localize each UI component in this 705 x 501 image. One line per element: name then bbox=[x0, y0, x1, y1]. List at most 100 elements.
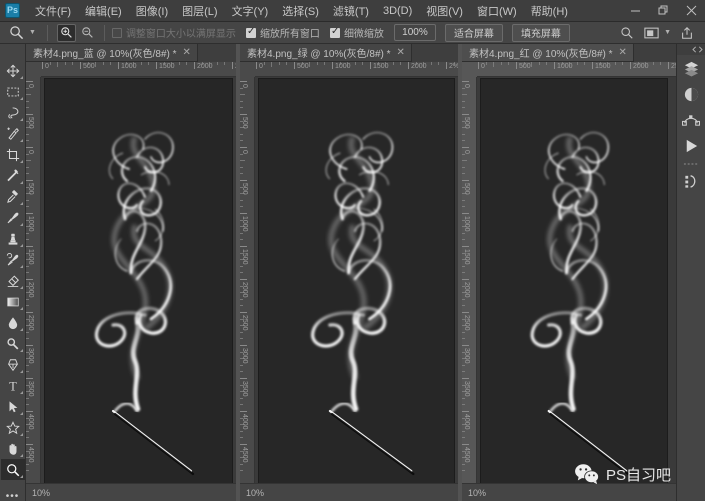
menu-3d[interactable]: 3D(D) bbox=[376, 2, 419, 20]
ruler-minor-tick bbox=[87, 62, 89, 65]
resize-windows-checkbox[interactable] bbox=[111, 27, 122, 38]
eyedropper-tool[interactable] bbox=[1, 165, 25, 186]
move-tool[interactable] bbox=[1, 60, 25, 81]
ruler-minor-tick bbox=[462, 424, 467, 426]
doc-tab-green-close-icon[interactable]: ✕ bbox=[397, 47, 405, 58]
tool-preset-chevron-down-icon[interactable]: ▼ bbox=[29, 29, 36, 36]
shape-tool[interactable] bbox=[1, 417, 25, 438]
ruler-minor-tick bbox=[26, 173, 29, 175]
menu-help[interactable]: 帮助(H) bbox=[524, 0, 575, 22]
rail-collapse-button[interactable] bbox=[676, 44, 705, 55]
ruler-tick bbox=[554, 62, 555, 69]
doc-tab-green[interactable]: 素材4.png_绿 @ 10%(灰色/8#) * ✕ bbox=[240, 44, 412, 62]
menu-layer[interactable]: 图层(L) bbox=[175, 0, 224, 22]
canvas-red[interactable] bbox=[481, 79, 667, 483]
close-button[interactable] bbox=[677, 0, 705, 22]
doc-tab-red-close-icon[interactable]: ✕ bbox=[619, 47, 627, 58]
menu-select[interactable]: 选择(S) bbox=[275, 0, 326, 22]
zoom-all-windows-checkbox[interactable] bbox=[245, 26, 256, 38]
share-icon[interactable] bbox=[675, 23, 699, 43]
menu-edit[interactable]: 编辑(E) bbox=[78, 0, 129, 22]
fill-screen-button[interactable]: 填充屏幕 bbox=[511, 23, 570, 42]
menu-window[interactable]: 窗口(W) bbox=[470, 0, 524, 22]
options-divider-2 bbox=[103, 24, 105, 41]
quick-selection-tool[interactable] bbox=[1, 123, 25, 144]
zoom-all-windows-option[interactable]: 缩放所有窗口 bbox=[245, 25, 320, 40]
ruler-minor-tick bbox=[125, 62, 127, 65]
ruler-minor-tick bbox=[453, 62, 455, 65]
history-panel-icon[interactable] bbox=[678, 168, 705, 194]
ruler-minor-tick bbox=[240, 160, 245, 162]
clone-stamp-tool[interactable] bbox=[1, 228, 25, 249]
ruler-corner-red bbox=[462, 62, 477, 77]
hand-tool[interactable] bbox=[1, 438, 25, 459]
type-tool[interactable]: T bbox=[1, 375, 25, 396]
zoom-in-button[interactable] bbox=[56, 23, 76, 42]
ruler-minor-tick bbox=[645, 62, 647, 67]
workspace-chevron-down-icon[interactable]: ▼ bbox=[664, 29, 671, 36]
canvas-blue[interactable] bbox=[45, 79, 232, 483]
menu-file[interactable]: 文件(F) bbox=[28, 0, 78, 22]
ruler-minor-tick bbox=[171, 62, 173, 67]
minimize-button[interactable] bbox=[621, 0, 649, 22]
workspace-icon[interactable] bbox=[639, 23, 663, 43]
pen-tool[interactable] bbox=[1, 354, 25, 375]
path-selection-tool[interactable] bbox=[1, 396, 25, 417]
ruler-minor-tick bbox=[240, 94, 245, 96]
scrubby-zoom-checkbox[interactable] bbox=[329, 26, 340, 38]
zoom-level-blue[interactable]: 10% bbox=[32, 488, 50, 498]
paths-panel-icon[interactable] bbox=[678, 107, 705, 133]
actions-panel-icon[interactable] bbox=[678, 133, 705, 159]
edit-toolbar-button[interactable]: ••• bbox=[1, 486, 25, 501]
restore-button[interactable] bbox=[649, 0, 677, 22]
eraser-tool[interactable] bbox=[1, 270, 25, 291]
ruler-minor-tick bbox=[26, 358, 31, 360]
zoom-out-button[interactable] bbox=[78, 24, 97, 42]
menu-filter[interactable]: 滤镜(T) bbox=[326, 0, 376, 22]
scrubby-zoom-option[interactable]: 细微缩放 bbox=[329, 25, 384, 40]
ruler-label: 0 bbox=[481, 63, 485, 70]
dodge-tool[interactable] bbox=[1, 333, 25, 354]
blur-tool[interactable] bbox=[1, 312, 25, 333]
doc-tab-blue[interactable]: 素材4.png_蓝 @ 10%(灰色/8#) * ✕ bbox=[26, 44, 198, 62]
zoom-level-green[interactable]: 10% bbox=[246, 488, 264, 498]
zoom-level-red[interactable]: 10% bbox=[468, 488, 486, 498]
gradient-tool[interactable] bbox=[1, 291, 25, 312]
menu-view[interactable]: 视图(V) bbox=[419, 0, 470, 22]
history-brush-tool[interactable] bbox=[1, 249, 25, 270]
ruler-minor-tick bbox=[462, 265, 465, 267]
zoom-value-field[interactable]: 100% bbox=[393, 24, 436, 41]
svg-text:T: T bbox=[9, 379, 17, 393]
ruler-minor-tick bbox=[26, 351, 29, 353]
ruler-tick bbox=[26, 81, 33, 82]
ruler-label: 500 bbox=[297, 63, 309, 70]
resize-windows-option[interactable]: 调整窗口大小以满屏显示 bbox=[111, 25, 236, 40]
ruler-minor-tick bbox=[438, 62, 440, 65]
zoom-tool[interactable] bbox=[0, 459, 25, 480]
menu-image[interactable]: 图像(I) bbox=[129, 0, 175, 22]
ruler-tick bbox=[462, 378, 469, 379]
doc-tab-blue-close-icon[interactable]: ✕ bbox=[183, 47, 191, 58]
healing-brush-tool[interactable] bbox=[1, 186, 25, 207]
canvas-area-green[interactable] bbox=[255, 77, 458, 483]
menu-type[interactable]: 文字(Y) bbox=[225, 0, 276, 22]
vertical-ruler-green: 0 500 0 500 1000 1500 2000 2500 3000 3500 4000 4500 bbox=[240, 77, 255, 483]
canvas-area-blue[interactable] bbox=[41, 77, 236, 483]
doc-tabstrip-blue: 素材4.png_蓝 @ 10%(灰色/8#) * ✕ bbox=[26, 44, 236, 62]
canvas-area-red[interactable] bbox=[477, 77, 676, 483]
search-icon[interactable] bbox=[615, 23, 639, 43]
crop-tool[interactable] bbox=[1, 144, 25, 165]
marquee-tool[interactable] bbox=[1, 81, 25, 102]
layers-panel-icon[interactable] bbox=[678, 55, 705, 81]
adjustments-panel-icon[interactable] bbox=[678, 81, 705, 107]
ruler-tick bbox=[26, 411, 33, 412]
ruler-tick bbox=[462, 114, 469, 115]
active-tool-zoom-icon[interactable] bbox=[4, 23, 28, 43]
lasso-tool[interactable] bbox=[1, 102, 25, 123]
brush-tool[interactable] bbox=[1, 207, 25, 228]
ruler-label: 0 bbox=[45, 63, 49, 70]
doc-tab-red[interactable]: 素材4.png_红 @ 10%(灰色/8#) * ✕ bbox=[462, 44, 634, 62]
canvas-green[interactable] bbox=[259, 79, 454, 483]
ruler-minor-tick bbox=[462, 140, 465, 142]
fit-screen-button[interactable]: 适合屏幕 bbox=[444, 23, 503, 42]
